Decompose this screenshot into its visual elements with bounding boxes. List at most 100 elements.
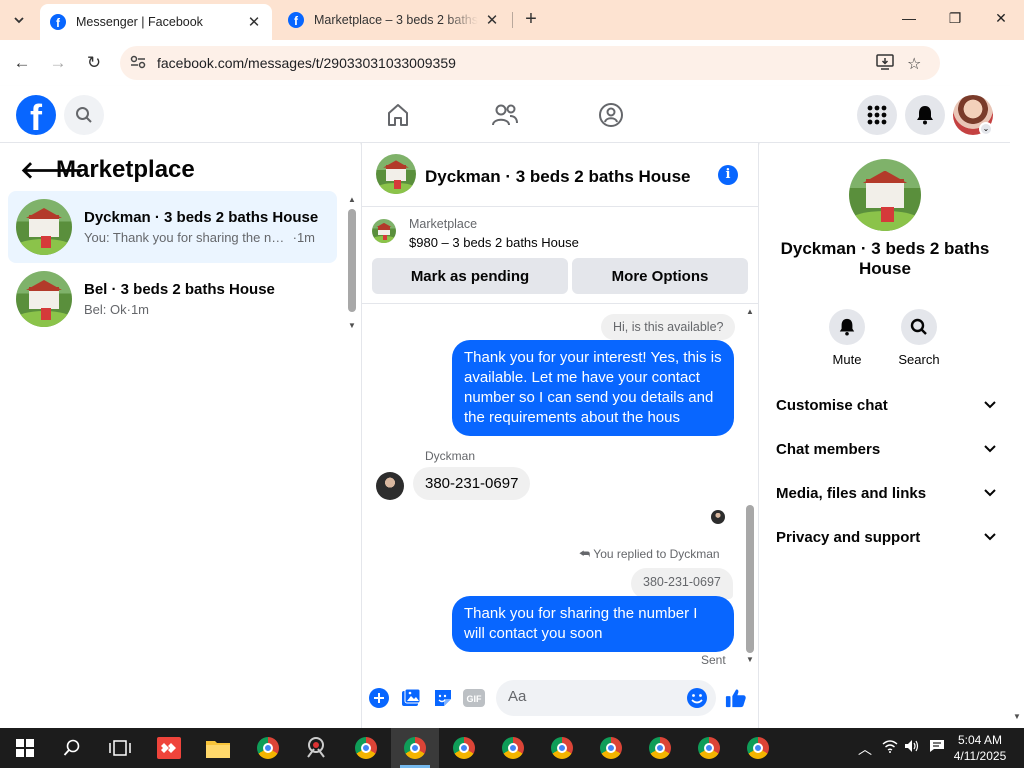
section-privacy-support[interactable]: Privacy and support [776, 525, 996, 549]
volume-icon[interactable] [904, 739, 920, 756]
listing-thumbnail [16, 271, 72, 327]
show-hidden-icons-chevron-icon[interactable]: ︿ [858, 739, 872, 759]
section-label: Privacy and support [776, 528, 921, 546]
previous-message-preview: Hi, is this available? [601, 314, 736, 340]
svg-text:GIF: GIF [467, 694, 483, 704]
listing-small-thumbnail[interactable] [372, 219, 396, 243]
facebook-logo-icon[interactable]: f [16, 95, 56, 135]
notifications-button[interactable] [905, 95, 945, 135]
replied-message-preview[interactable]: 380-231-0697 [631, 568, 733, 599]
site-settings-icon[interactable] [130, 55, 148, 72]
message-input-box[interactable] [496, 680, 716, 716]
notification-center-icon[interactable] [929, 739, 945, 756]
info-icon[interactable]: i [718, 165, 738, 185]
taskbar-app-anydesk[interactable] [156, 736, 182, 760]
taskbar-app-chrome-profile[interactable] [598, 736, 624, 760]
menu-button[interactable] [857, 95, 897, 135]
home-nav-button[interactable] [383, 100, 413, 130]
forward-arrow-icon[interactable]: → [47, 52, 69, 74]
mark-as-pending-button[interactable]: Mark as pending [372, 258, 568, 294]
scroll-down-arrow-icon[interactable]: ▼ [746, 655, 754, 664]
chat-thumbnail[interactable] [376, 154, 416, 194]
attach-photo-button[interactable] [400, 687, 422, 709]
install-app-icon[interactable] [876, 54, 894, 75]
mute-button[interactable]: Mute [817, 309, 877, 367]
scroll-down-arrow-icon[interactable]: ▼ [348, 321, 356, 330]
taskbar-app-chrome-profile[interactable] [353, 736, 379, 760]
message-list-scrollbar[interactable]: ▲ ▼ [744, 307, 756, 667]
task-view-button[interactable] [107, 736, 133, 760]
clock-date: 4/11/2025 [953, 749, 1007, 763]
message-input[interactable] [508, 688, 668, 705]
start-button[interactable] [12, 736, 38, 760]
chrome-icon [355, 737, 377, 759]
scrollbar-thumb[interactable] [746, 505, 754, 653]
taskbar-app-chrome-profile[interactable] [647, 736, 673, 760]
section-customise-chat[interactable]: Customise chat [776, 393, 996, 417]
more-options-button[interactable]: More Options [572, 258, 748, 294]
section-media-files-links[interactable]: Media, files and links [776, 481, 996, 505]
window-close-icon[interactable]: ✕ [991, 10, 1011, 27]
scroll-down-arrow-icon[interactable]: ▼ [1013, 712, 1021, 721]
taskbar-app-tool[interactable] [303, 736, 329, 760]
taskbar-app-chrome-profile[interactable] [745, 736, 771, 760]
listing-price[interactable]: $980 – 3 beds 2 baths House [409, 235, 579, 250]
taskbar-search-button[interactable] [59, 736, 85, 760]
friends-nav-button[interactable] [490, 100, 520, 130]
outgoing-message[interactable]: Thank you for your interest! Yes, this i… [452, 340, 734, 436]
tool-app-icon [307, 737, 325, 758]
network-icon[interactable] [882, 739, 898, 756]
scroll-up-arrow-icon[interactable]: ▲ [746, 307, 754, 316]
groups-icon [599, 103, 623, 127]
sender-avatar[interactable] [376, 472, 404, 500]
back-arrow-icon[interactable]: 🡐 [20, 155, 84, 185]
taskbar-app-chrome[interactable] [255, 736, 281, 760]
sticker-button[interactable] [432, 687, 454, 709]
tab-close-icon[interactable]: ✕ [484, 11, 500, 29]
conversation-list-scrollbar[interactable]: ▲ ▼ [347, 195, 357, 335]
taskbar-app-chrome-profile[interactable] [549, 736, 575, 760]
omnibox[interactable]: facebook.com/messages/t/2903303103300935… [120, 46, 940, 80]
taskbar-app-chrome-active[interactable] [402, 736, 428, 760]
taskbar-app-file-explorer[interactable] [205, 736, 231, 760]
incoming-message[interactable]: 380-231-0697 [413, 467, 531, 500]
conversation-item-bel[interactable]: Bel · 3 beds 2 baths House Bel: Ok ·1m [8, 263, 337, 335]
new-tab-plus-icon[interactable]: + [520, 8, 542, 30]
page-scrollbar[interactable]: ▼ [1010, 86, 1024, 728]
tab-search-dropdown[interactable] [6, 8, 32, 32]
back-arrow-icon[interactable]: ← [11, 52, 33, 74]
facebook-search-button[interactable] [64, 95, 104, 135]
outgoing-message[interactable]: Thank you for sharing the number I will … [452, 596, 734, 652]
gif-icon: GIF [463, 689, 485, 707]
taskbar-app-chrome-profile[interactable] [500, 736, 526, 760]
chevron-down-icon [984, 445, 996, 453]
section-chat-members[interactable]: Chat members [776, 437, 996, 461]
scrollbar-thumb[interactable] [348, 209, 356, 312]
scroll-up-arrow-icon[interactable]: ▲ [348, 195, 356, 204]
tab-marketplace[interactable]: f Marketplace – 3 beds 2 baths House ✕ [278, 4, 510, 36]
minimize-icon[interactable]: — [899, 10, 919, 26]
taskbar-app-chrome-profile[interactable] [696, 736, 722, 760]
maximize-icon[interactable]: ❐ [945, 10, 965, 27]
more-actions-button[interactable] [368, 687, 390, 709]
friends-icon [492, 104, 518, 126]
chat-title[interactable]: Dyckman · 3 beds 2 baths House [425, 167, 690, 187]
chevron-down-icon [984, 533, 996, 541]
tab-title: Marketplace – 3 beds 2 baths House [314, 13, 478, 27]
like-button[interactable] [725, 687, 747, 709]
chat-info-thumbnail[interactable] [849, 159, 921, 231]
groups-nav-button[interactable] [596, 100, 626, 130]
bookmark-star-icon[interactable]: ☆ [907, 54, 921, 74]
taskbar-clock[interactable]: 5:04 AM 4/11/2025 [950, 732, 1010, 764]
conversation-item-dyckman[interactable]: Dyckman · 3 beds 2 baths House You: Than… [8, 191, 337, 263]
gif-button[interactable]: GIF [463, 687, 485, 709]
bell-icon [917, 106, 933, 125]
tab-messenger[interactable]: f Messenger | Facebook ✕ [40, 4, 272, 40]
emoji-icon[interactable] [686, 687, 708, 714]
listing-thumbnail [16, 199, 72, 255]
search-in-chat-button[interactable]: Search [889, 309, 949, 367]
tab-close-icon[interactable]: ✕ [246, 13, 262, 31]
taskbar-app-chrome-profile[interactable] [451, 736, 477, 760]
account-chevron-down-icon[interactable]: ⌄ [979, 122, 993, 136]
reload-icon[interactable]: ↻ [83, 52, 105, 74]
